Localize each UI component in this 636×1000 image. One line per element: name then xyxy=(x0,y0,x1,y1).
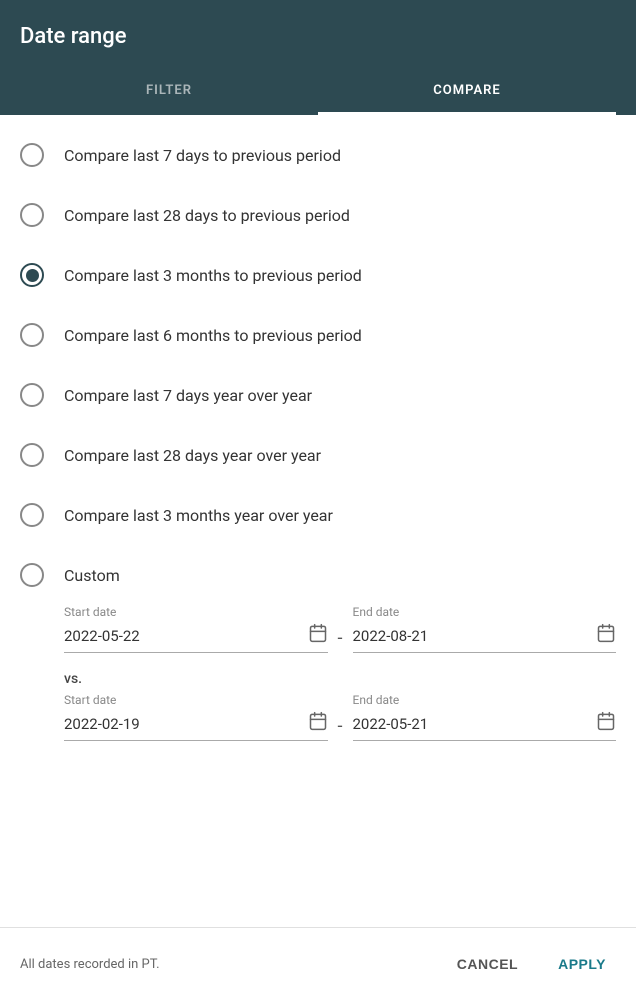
radio-7days-yoy[interactable] xyxy=(20,383,44,407)
period1-end-calendar-icon[interactable] xyxy=(596,623,616,648)
radio-3months-yoy[interactable] xyxy=(20,503,44,527)
period1-start-value: 2022-05-22 xyxy=(64,627,308,645)
period2-end-input[interactable]: 2022-05-21 xyxy=(353,711,617,741)
radio-7days-prev[interactable] xyxy=(20,143,44,167)
period1-dash: - xyxy=(338,610,343,649)
option-3months-prev[interactable]: Compare last 3 months to previous period xyxy=(0,245,636,305)
period2-start-value: 2022-02-19 xyxy=(64,715,308,733)
period2-start-calendar-icon[interactable] xyxy=(308,711,328,736)
period2-start-label: Start date xyxy=(64,693,328,707)
option-3months-yoy-label: Compare last 3 months year over year xyxy=(64,506,333,525)
period2-row: Start date 2022-02-19 - End date xyxy=(64,693,616,741)
period2-end-value: 2022-05-21 xyxy=(353,715,597,733)
period2-start-group: Start date 2022-02-19 xyxy=(64,693,328,741)
option-6months-prev-label: Compare last 6 months to previous period xyxy=(64,326,362,345)
option-28days-yoy-label: Compare last 28 days year over year xyxy=(64,446,321,465)
period2-end-group: End date 2022-05-21 xyxy=(353,693,617,741)
option-7days-prev[interactable]: Compare last 7 days to previous period xyxy=(0,125,636,185)
period1-start-group: Start date 2022-05-22 xyxy=(64,605,328,653)
period2-end-calendar-icon[interactable] xyxy=(596,711,616,736)
period1-row: Start date 2022-05-22 - End date xyxy=(64,605,616,653)
option-7days-yoy-label: Compare last 7 days year over year xyxy=(64,386,312,405)
tabs: FILTER COMPARE xyxy=(20,69,616,115)
option-6months-prev[interactable]: Compare last 6 months to previous period xyxy=(0,305,636,365)
custom-section: Start date 2022-05-22 - End date xyxy=(0,605,636,769)
page-title: Date range xyxy=(20,24,616,49)
footer: All dates recorded in PT. CANCEL APPLY xyxy=(0,927,636,1000)
option-28days-prev[interactable]: Compare last 28 days to previous period xyxy=(0,185,636,245)
period1-end-group: End date 2022-08-21 xyxy=(353,605,617,653)
period2-start-input[interactable]: 2022-02-19 xyxy=(64,711,328,741)
period2-end-label: End date xyxy=(353,693,617,707)
period1-end-label: End date xyxy=(353,605,617,619)
option-custom[interactable]: Custom xyxy=(0,545,636,605)
option-3months-yoy[interactable]: Compare last 3 months year over year xyxy=(0,485,636,545)
option-28days-prev-label: Compare last 28 days to previous period xyxy=(64,206,350,225)
period2-dash: - xyxy=(338,698,343,737)
footer-buttons: CANCEL APPLY xyxy=(447,948,616,980)
option-28days-yoy[interactable]: Compare last 28 days year over year xyxy=(0,425,636,485)
period1-start-input[interactable]: 2022-05-22 xyxy=(64,623,328,653)
period1-start-label: Start date xyxy=(64,605,328,619)
radio-6months-prev[interactable] xyxy=(20,323,44,347)
header: Date range FILTER COMPARE xyxy=(0,0,636,115)
cancel-button[interactable]: CANCEL xyxy=(447,948,528,980)
period1-start-calendar-icon[interactable] xyxy=(308,623,328,648)
radio-28days-yoy[interactable] xyxy=(20,443,44,467)
option-custom-label: Custom xyxy=(64,566,120,585)
radio-custom[interactable] xyxy=(20,563,44,587)
period1-end-input[interactable]: 2022-08-21 xyxy=(353,623,617,653)
radio-3months-prev[interactable] xyxy=(20,263,44,287)
options-list: Compare last 7 days to previous period C… xyxy=(0,115,636,927)
option-7days-prev-label: Compare last 7 days to previous period xyxy=(64,146,341,165)
footer-note: All dates recorded in PT. xyxy=(20,957,160,972)
option-3months-prev-label: Compare last 3 months to previous period xyxy=(64,266,362,285)
option-7days-yoy[interactable]: Compare last 7 days year over year xyxy=(0,365,636,425)
tab-filter[interactable]: FILTER xyxy=(20,69,318,115)
vs-label: vs. xyxy=(64,671,616,687)
tab-compare[interactable]: COMPARE xyxy=(318,69,616,115)
apply-button[interactable]: APPLY xyxy=(548,948,616,980)
radio-28days-prev[interactable] xyxy=(20,203,44,227)
period1-end-value: 2022-08-21 xyxy=(353,627,597,645)
